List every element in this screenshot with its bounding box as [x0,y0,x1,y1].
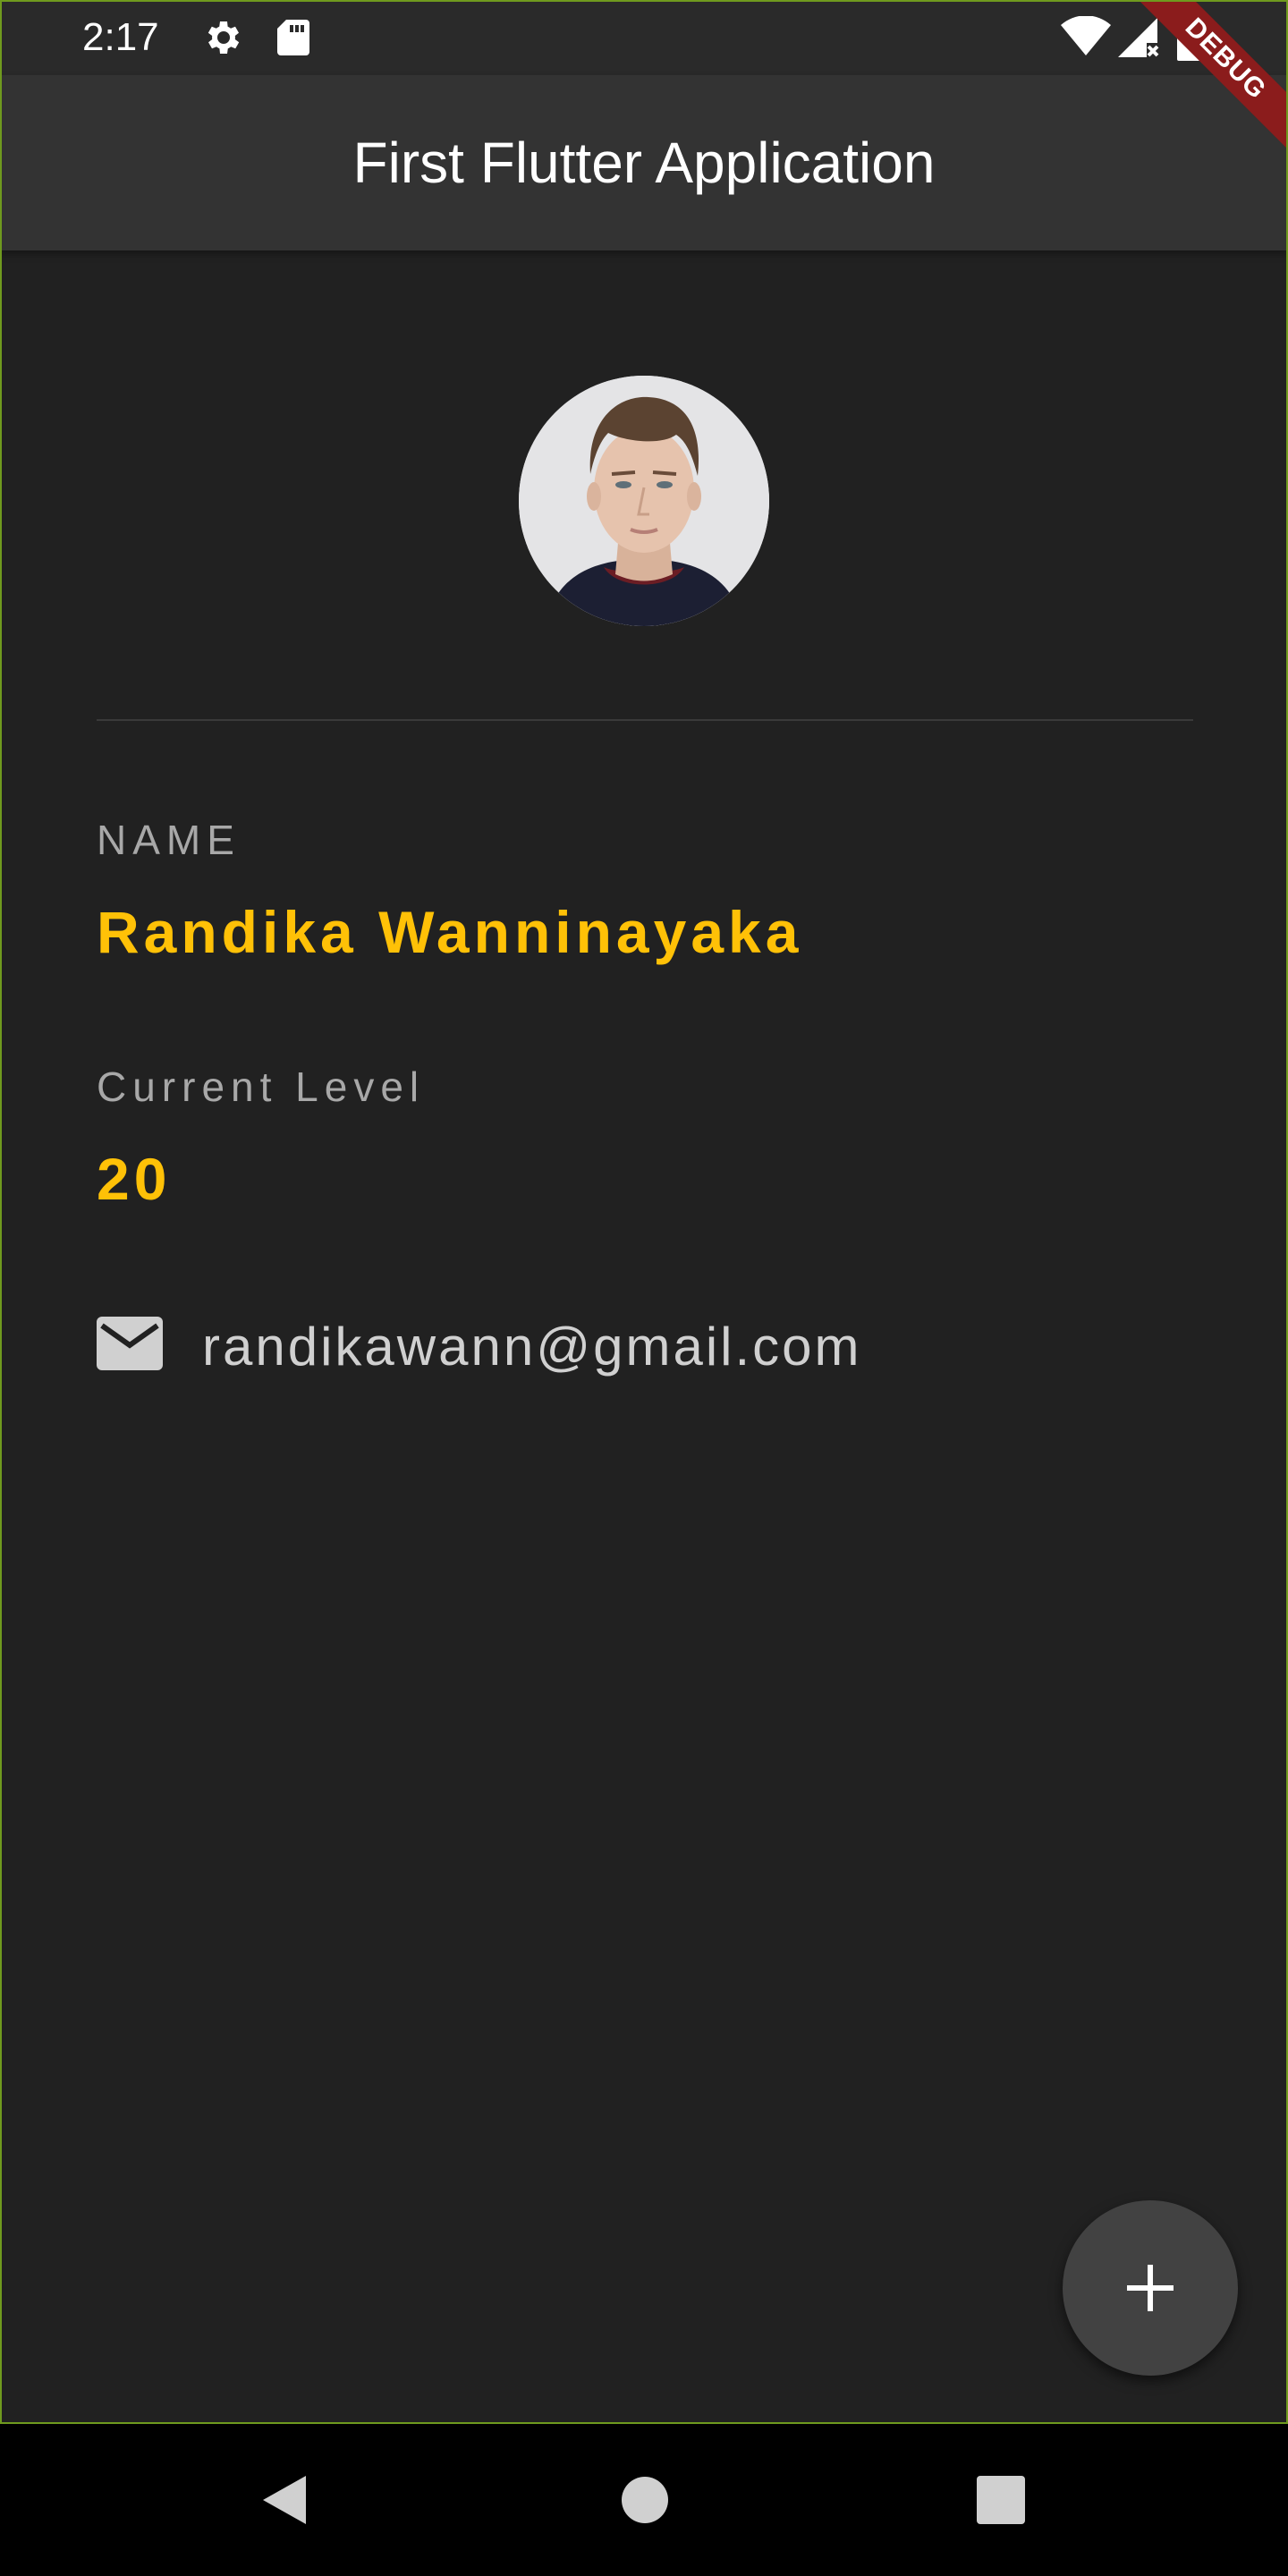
avatar-image [519,376,769,626]
debug-ribbon-label: DEBUG [1123,0,1288,162]
recents-icon[interactable] [970,2469,1032,2531]
mail-icon [97,1317,163,1375]
app-bar: First Flutter Application [0,75,1288,250]
level-value: 20 [97,1146,172,1212]
level-label: Current Level [97,1063,426,1110]
frame-border [0,0,1288,2424]
debug-banner: DEBUG [1109,0,1288,179]
app-title: First Flutter Application [352,131,936,195]
system-nav-bar [0,2424,1288,2576]
add-button[interactable] [1063,2200,1238,2376]
name-label: NAME [97,817,241,863]
back-icon[interactable] [254,2469,317,2531]
sd-card-icon [274,16,313,64]
name-value: Randika Wanninayaka [97,899,803,965]
wifi-icon [1061,15,1111,62]
home-icon[interactable] [614,2469,676,2531]
status-bar: 2:17 [0,0,1288,75]
plus-icon [1127,2265,1174,2311]
app-screen: 2:17 First Flutter Application DEBUG NAM… [0,0,1288,2576]
avatar [519,376,769,626]
status-time: 2:17 [82,15,159,59]
email-text: randikawann@gmail.com [202,1317,862,1377]
gear-icon [202,16,245,64]
divider [97,719,1193,721]
